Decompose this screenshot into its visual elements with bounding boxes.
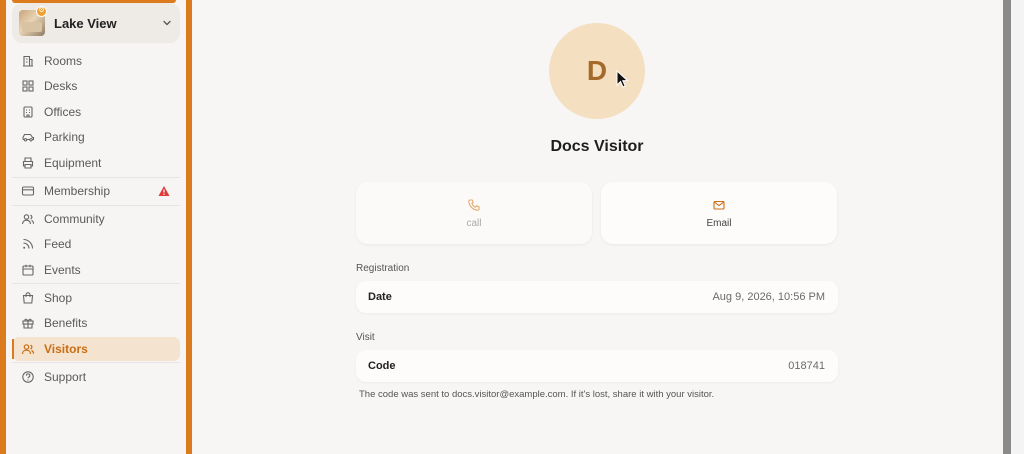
sidebar-item-label: Shop	[44, 291, 73, 305]
sidebar-item-visitors[interactable]: Visitors	[12, 337, 180, 361]
active-indicator	[12, 339, 14, 359]
avatar-initial: D	[586, 55, 608, 86]
email-label: Email	[706, 217, 732, 229]
sidebar-item-membership[interactable]: Membership	[12, 179, 180, 203]
sidebar-item-label: Feed	[44, 237, 72, 251]
sidebar-item-benefits[interactable]: Benefits	[12, 311, 180, 335]
envelope-icon	[712, 198, 726, 212]
sidebar-item-label: Desks	[44, 79, 78, 93]
gift-icon	[21, 316, 35, 330]
sidebar-item-shop[interactable]: Shop	[12, 286, 180, 310]
sidebar-item-label: Offices	[44, 105, 82, 119]
location-name: Lake View	[54, 15, 117, 31]
sidebar-item-label: Community	[44, 212, 105, 226]
sidebar-item-label: Visitors	[44, 342, 88, 356]
row-value: Aug 9, 2026, 10:56 PM	[712, 291, 825, 303]
sidebar-item-label: Support	[44, 370, 87, 384]
call-button[interactable]: call	[356, 182, 592, 244]
nav-divider	[12, 177, 180, 178]
location-badge-icon: ⚙	[36, 6, 47, 17]
sidebar-item-label: Benefits	[44, 316, 88, 330]
help-icon	[21, 370, 35, 384]
calendar-icon	[21, 263, 35, 277]
visitor-name: Docs Visitor	[550, 138, 644, 155]
printer-icon	[21, 156, 35, 170]
sidebar-item-label: Rooms	[44, 54, 83, 68]
building-icon	[21, 54, 35, 68]
card-icon	[21, 184, 35, 198]
visit-code-row: Code 018741	[356, 350, 838, 382]
sidebar-item-label: Equipment	[44, 156, 102, 170]
location-switcher[interactable]: ⚙ Lake View	[12, 3, 180, 43]
sidebar-item-feed[interactable]: Feed	[12, 232, 180, 256]
row-value: 018741	[788, 360, 825, 372]
sidebar-item-desks[interactable]: Desks	[12, 74, 180, 98]
sidebar-item-label: Parking	[44, 130, 85, 144]
office-icon	[21, 105, 35, 119]
sidebar-item-offices[interactable]: Offices	[12, 100, 180, 124]
chevron-down-icon	[163, 20, 171, 26]
phone-icon	[467, 198, 481, 212]
sidebar-item-support[interactable]: Support	[12, 365, 180, 389]
visit-code-note: The code was sent to docs.visitor@exampl…	[359, 389, 715, 400]
row-key: Code	[368, 360, 396, 372]
nav-divider	[12, 362, 180, 363]
registration-date-row: Date Aug 9, 2026, 10:56 PM	[356, 281, 838, 313]
call-label: call	[466, 217, 482, 229]
registration-section-label: Registration	[356, 263, 410, 274]
sidebar-item-parking[interactable]: Parking	[12, 125, 180, 149]
bag-icon	[21, 291, 35, 305]
location-thumbnail: ⚙	[19, 6, 47, 36]
visitors-icon	[21, 342, 35, 356]
scrollbar[interactable]	[1003, 0, 1011, 454]
sidebar-border	[186, 0, 192, 454]
sidebar-item-rooms[interactable]: Rooms	[12, 49, 180, 73]
warning-icon	[158, 186, 170, 196]
nav-divider	[12, 205, 180, 206]
sidebar-item-label: Membership	[44, 184, 111, 198]
sidebar-item-equipment[interactable]: Equipment	[12, 151, 180, 175]
sidebar-item-label: Events	[44, 263, 81, 277]
sidebar-item-events[interactable]: Events	[12, 258, 180, 282]
mouse-cursor-icon	[616, 70, 629, 88]
rss-icon	[21, 237, 35, 251]
people-icon	[21, 212, 35, 226]
grid-icon	[21, 79, 35, 93]
sidebar-item-community[interactable]: Community	[12, 207, 180, 231]
visit-section-label: Visit	[356, 332, 375, 343]
row-key: Date	[368, 291, 392, 303]
car-icon	[21, 130, 35, 144]
nav-divider	[12, 283, 180, 284]
email-button[interactable]: Email	[601, 182, 837, 244]
